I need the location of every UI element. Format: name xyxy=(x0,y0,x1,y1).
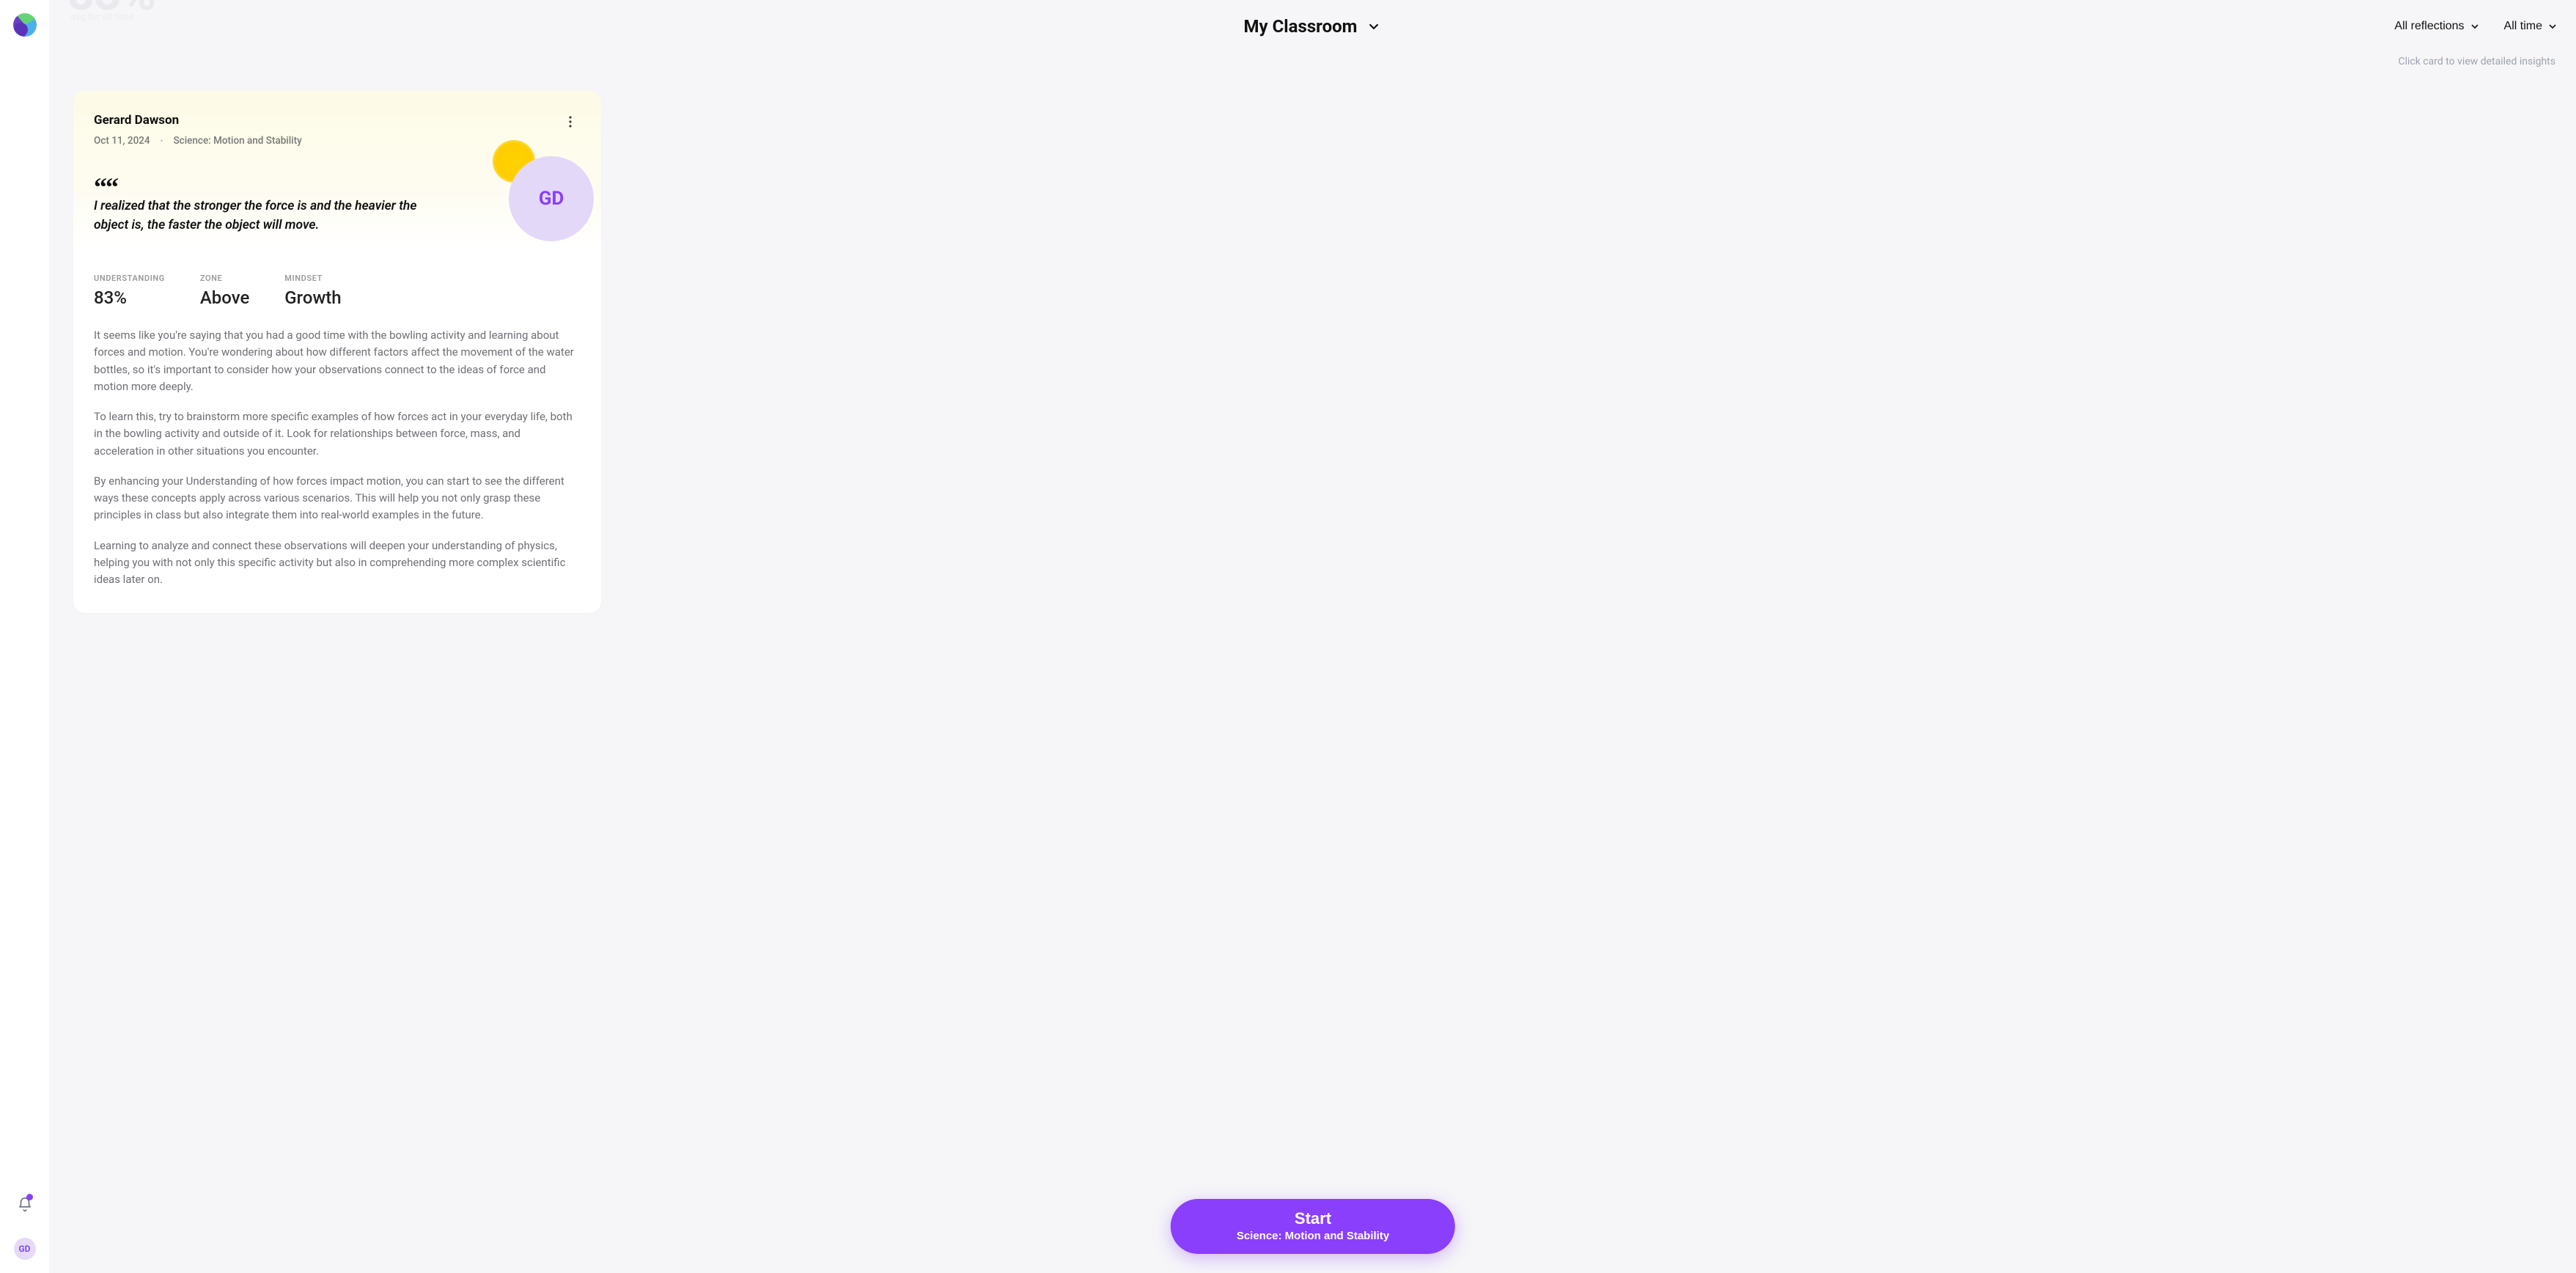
metric-label: MINDSET xyxy=(284,274,341,283)
student-avatar: GD xyxy=(509,156,594,241)
topbar: My Classroom All reflections All time xyxy=(50,0,2576,53)
filter-reflections-label: All reflections xyxy=(2394,20,2464,33)
metric-value: Above xyxy=(200,287,249,308)
feedback-paragraph: To learn this, try to brainstorm more sp… xyxy=(94,408,581,460)
start-button-label: Start xyxy=(1237,1209,1389,1228)
feedback-paragraph: Learning to analyze and connect these ob… xyxy=(94,538,581,589)
chevron-down-icon xyxy=(2469,21,2481,32)
feedback-paragraph: It seems like you're saying that you had… xyxy=(94,327,581,395)
sidebar: GD xyxy=(0,0,50,1273)
metric-understanding: UNDERSTANDING 83% xyxy=(94,274,165,308)
student-name: Gerard Dawson xyxy=(94,113,581,128)
main-content: 83% avg for all time My Classroom All re… xyxy=(50,0,2576,1273)
metric-mindset: MINDSET Growth xyxy=(284,274,341,308)
start-button[interactable]: Start Science: Motion and Stability xyxy=(1171,1199,1455,1254)
quote-mark-icon: ““ xyxy=(94,180,449,194)
metric-value: 83% xyxy=(94,287,165,308)
reflection-card[interactable]: Gerard Dawson Oct 11, 2024 • Science: Mo… xyxy=(73,91,601,613)
chevron-down-icon xyxy=(1366,18,1382,34)
notifications-button[interactable] xyxy=(15,1195,34,1214)
card-date: Oct 11, 2024 xyxy=(94,135,150,147)
kebab-icon xyxy=(569,116,572,128)
filter-time[interactable]: All time xyxy=(2504,20,2558,33)
meta-separator-icon: • xyxy=(161,136,163,146)
page-title: My Classroom xyxy=(1244,16,1358,37)
start-button-subject: Science: Motion and Stability xyxy=(1237,1230,1389,1242)
hint-text: Click card to view detailed insights xyxy=(50,53,2576,67)
chevron-down-icon xyxy=(2547,21,2558,32)
app-logo-icon[interactable] xyxy=(13,13,37,37)
student-quote: I realized that the stronger the force i… xyxy=(94,197,449,235)
filter-time-label: All time xyxy=(2504,20,2542,33)
metric-zone: ZONE Above xyxy=(200,274,249,308)
metrics-row: UNDERSTANDING 83% ZONE Above MINDSET Gro… xyxy=(73,250,601,320)
metric-value: Growth xyxy=(284,287,341,308)
avatar-illustration: GD xyxy=(493,140,595,243)
metric-label: ZONE xyxy=(200,274,249,283)
metric-label: UNDERSTANDING xyxy=(94,274,165,283)
card-menu-button[interactable] xyxy=(562,113,579,131)
filter-reflections[interactable]: All reflections xyxy=(2394,20,2480,33)
feedback-body: It seems like you're saying that you had… xyxy=(73,320,601,613)
feedback-paragraph: By enhancing your Understanding of how f… xyxy=(94,473,581,524)
user-avatar[interactable]: GD xyxy=(14,1238,36,1260)
card-subject: Science: Motion and Stability xyxy=(173,135,301,147)
notification-dot-icon xyxy=(26,1194,33,1200)
classroom-selector[interactable]: My Classroom xyxy=(1244,16,1383,37)
